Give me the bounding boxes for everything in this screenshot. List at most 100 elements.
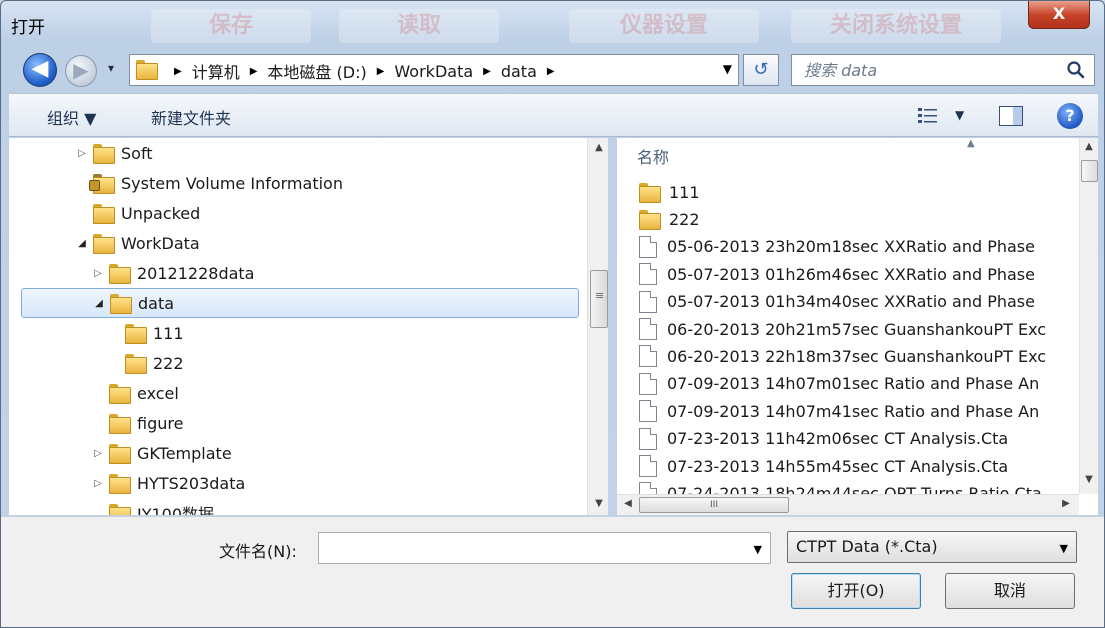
scrollbar-thumb[interactable] (1081, 160, 1098, 182)
file-list-item[interactable]: 05-07-2013 01h34m40sec XXRatio and Phase (639, 289, 1079, 315)
tree-item[interactable]: ◢ WorkData (9, 228, 579, 258)
file-list-item[interactable]: 05-06-2013 23h20m18sec XXRatio and Phase (639, 234, 1079, 260)
tree-item-label: figure (137, 413, 184, 433)
file-list-item[interactable]: 111 (639, 179, 1079, 205)
tree-item[interactable]: ▷ GKTemplate (9, 438, 579, 468)
scrollbar-thumb[interactable]: III (639, 497, 789, 513)
close-button[interactable]: X (1028, 1, 1090, 29)
file-list-item[interactable]: 06-20-2013 22h18m37sec GuanshankouPT Exc (639, 343, 1079, 369)
back-button[interactable]: ◀ (23, 53, 57, 87)
help-icon[interactable]: ? (1057, 103, 1083, 129)
breadcrumb-workdata[interactable]: WorkData (394, 62, 473, 81)
chevron-right-icon[interactable]: ▶ (483, 66, 491, 77)
filename-dropdown-icon[interactable]: ▼ (754, 543, 762, 556)
folder-icon (109, 504, 131, 515)
organize-button[interactable]: 组织 ▼ (47, 105, 96, 129)
file-name-label: 07-23-2013 11h42m06sec CT Analysis.Cta (667, 429, 1009, 449)
refresh-button[interactable]: ↺ (743, 54, 779, 86)
scroll-left-icon[interactable]: ◀ (617, 498, 639, 509)
tree-item[interactable]: ▷ Soft (9, 138, 579, 168)
chevron-right-icon[interactable]: ▶ (547, 66, 555, 77)
file-list-horizontal-scrollbar[interactable]: ◀ III ▶ (617, 494, 1079, 515)
chevron-right-icon[interactable]: ▶ (377, 66, 385, 77)
file-type-dropdown-icon[interactable]: ▼ (1060, 542, 1068, 555)
file-list-item[interactable]: 07-23-2013 11h42m06sec CT Analysis.Cta (639, 426, 1079, 452)
scroll-right-icon[interactable]: ▶ (1055, 498, 1077, 509)
open-button[interactable]: 打开(O) (791, 573, 921, 609)
tree-item[interactable]: 111 (9, 318, 579, 348)
scroll-down-icon[interactable]: ▼ (1078, 474, 1098, 485)
dialog-footer: 文件名(N): ▼ CTPT Data (*.Cta) ▼ 打开(O) 取消 (1, 516, 1104, 627)
expand-arrow-icon[interactable]: ▷ (91, 478, 105, 489)
tree-item[interactable]: figure (9, 408, 579, 438)
address-dropdown-icon[interactable]: ▼ (723, 62, 732, 76)
tree-item-label: excel (137, 383, 179, 403)
tree-item[interactable]: excel (9, 378, 579, 408)
preview-pane-icon[interactable] (999, 106, 1023, 126)
file-list-item[interactable]: 07-23-2013 14h55m45sec CT Analysis.Cta (639, 453, 1079, 479)
search-icon[interactable] (1066, 60, 1086, 80)
file-list-item[interactable]: 07-09-2013 14h07m41sec Ratio and Phase A… (639, 398, 1079, 424)
tree-item[interactable]: ▷ 20121228data (9, 258, 579, 288)
forward-button[interactable]: ▶ (65, 55, 97, 87)
tree-item-label: data (138, 293, 175, 313)
title-bar[interactable]: 打开 保存 读取 仪器设置 关闭系统设置 X (1, 1, 1104, 45)
recent-locations-dropdown[interactable]: ▾ (103, 61, 119, 77)
tree-item[interactable]: Unpacked (9, 198, 579, 228)
chevron-right-icon[interactable]: ▶ (174, 66, 182, 77)
tree-item[interactable]: JY100数据 (9, 498, 579, 515)
scrollbar-thumb[interactable]: ≡ (590, 270, 608, 328)
file-name-label: 06-20-2013 20h21m57sec GuanshankouPT Exc (667, 319, 1047, 339)
search-box[interactable] (791, 54, 1095, 86)
file-name-label: 05-07-2013 01h34m40sec XXRatio and Phase (667, 292, 1035, 312)
cancel-button[interactable]: 取消 (945, 573, 1075, 609)
tree-vertical-scrollbar[interactable]: ▲ ≡ ▼ (587, 138, 608, 515)
tree-item[interactable]: 222 (9, 348, 579, 378)
address-bar[interactable]: ▶ 计算机 ▶ 本地磁盘 (D:) ▶ WorkData ▶ data ▶ ▼ (129, 54, 739, 86)
tree-item[interactable]: System Volume Information (9, 168, 579, 198)
expand-arrow-icon[interactable]: ▷ (91, 268, 105, 279)
search-input[interactable] (804, 59, 1054, 81)
file-type-select[interactable]: CTPT Data (*.Cta) ▼ (787, 531, 1077, 563)
tree-item-label: HYTS203data (137, 473, 246, 493)
file-list-item[interactable]: 222 (639, 206, 1079, 232)
folder-icon (93, 204, 115, 224)
file-list-item[interactable]: 07-09-2013 14h07m01sec Ratio and Phase A… (639, 371, 1079, 397)
folder-icon (93, 144, 115, 164)
chevron-right-icon[interactable]: ▶ (250, 66, 258, 77)
file-type-value: CTPT Data (*.Cta) (796, 537, 938, 556)
scroll-up-icon[interactable]: ▲ (1078, 141, 1098, 152)
scroll-down-icon[interactable]: ▼ (588, 498, 608, 509)
view-options-icon[interactable] (917, 106, 939, 124)
breadcrumb-data[interactable]: data (501, 62, 537, 81)
view-dropdown-icon[interactable]: ▼ (955, 108, 964, 122)
command-toolbar: 组织 ▼ 新建文件夹 ▼ ? (9, 93, 1098, 137)
file-icon (639, 427, 657, 450)
tree-item[interactable]: ▷ HYTS203data (9, 468, 579, 498)
navigation-tree-pane[interactable]: ▷ Soft System Volume Information Unpacked ◢ W… (9, 138, 609, 515)
breadcrumb-computer[interactable]: 计算机 (192, 59, 240, 83)
new-folder-button[interactable]: 新建文件夹 (151, 105, 231, 129)
folder-icon (639, 210, 661, 231)
folder-icon (136, 60, 158, 80)
collapse-arrow-icon[interactable]: ◢ (75, 238, 89, 249)
file-name-label: 222 (669, 209, 700, 229)
file-name-label: 06-20-2013 22h18m37sec GuanshankouPT Exc (667, 346, 1047, 366)
collapse-arrow-icon[interactable]: ◢ (92, 298, 106, 309)
file-icon (639, 318, 657, 340)
filename-input[interactable] (325, 538, 735, 558)
name-column-header[interactable]: 名称 (637, 144, 669, 168)
file-list-pane[interactable]: 名称 ▲ 111 222 05-06-2013 23h20m18sec XXRati… (617, 138, 1098, 515)
file-name-label: 07-23-2013 14h55m45sec CT Analysis.Cta (667, 456, 1009, 476)
file-list-item[interactable]: 05-07-2013 01h26m46sec XXRatio and Phase (639, 261, 1079, 287)
navigation-bar: ◀ ▶ ▾ ▶ 计算机 ▶ 本地磁盘 (D:) ▶ WorkData ▶ dat… (1, 47, 1104, 91)
tree-item-label: 20121228data (137, 263, 255, 283)
filename-combobox[interactable]: ▼ (318, 532, 771, 564)
file-list-item[interactable]: 06-20-2013 20h21m57sec GuanshankouPT Exc (639, 316, 1079, 342)
file-list-vertical-scrollbar[interactable]: ▲ ▼ (1079, 138, 1098, 494)
expand-arrow-icon[interactable]: ▷ (75, 148, 89, 159)
breadcrumb-local-disk[interactable]: 本地磁盘 (D:) (267, 59, 366, 83)
tree-item[interactable]: ◢ data (21, 288, 579, 318)
expand-arrow-icon[interactable]: ▷ (91, 448, 105, 459)
scroll-up-icon[interactable]: ▲ (588, 142, 608, 153)
